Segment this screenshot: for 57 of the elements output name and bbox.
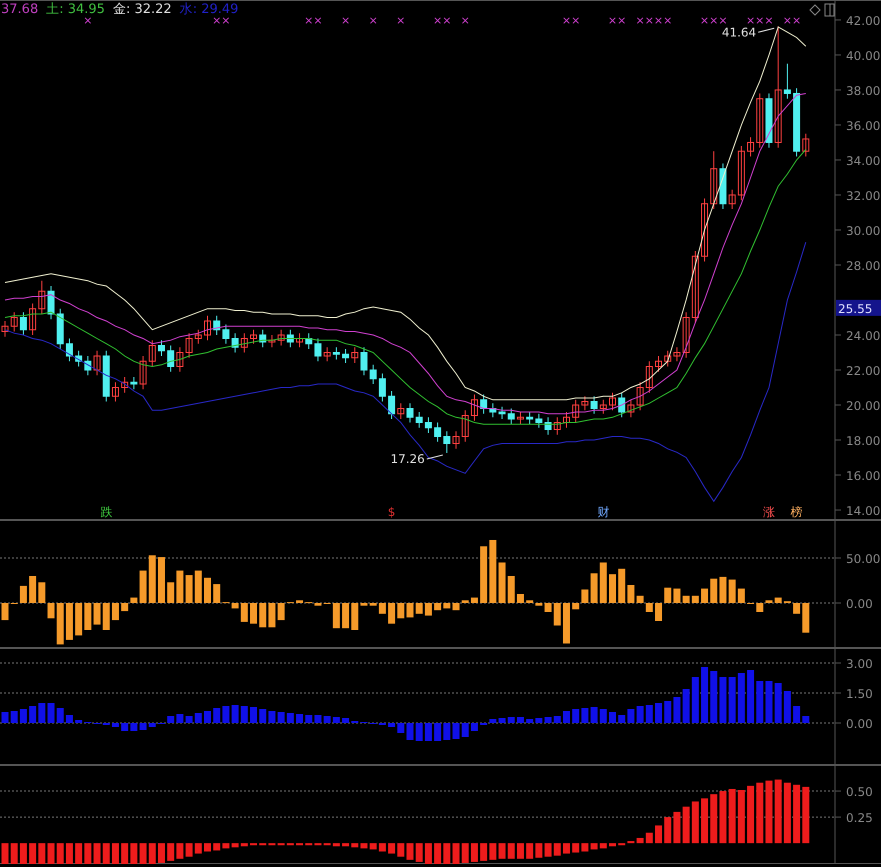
signal-mark: × bbox=[608, 14, 618, 27]
signal-mark: × bbox=[663, 14, 672, 27]
axis-label: 50.00 bbox=[846, 552, 880, 566]
signal-mark: × bbox=[442, 14, 452, 27]
signal-mark: × bbox=[746, 14, 756, 27]
signal-mark: × bbox=[782, 14, 792, 27]
signal-mark: × bbox=[644, 14, 654, 27]
axis-label: 18.00 bbox=[846, 434, 880, 448]
axis-label: 24.00 bbox=[846, 329, 880, 343]
axis-label: 0.50 bbox=[846, 785, 873, 800]
legend-entry: 37.68 bbox=[1, 2, 38, 18]
signal-mark: × bbox=[700, 14, 710, 27]
axis-label: 28.00 bbox=[846, 259, 880, 273]
signal-mark: × bbox=[368, 14, 378, 27]
signal-mark: × bbox=[764, 14, 774, 27]
axis-label: 40.00 bbox=[846, 48, 880, 63]
signal-mark: × bbox=[304, 14, 314, 27]
signal-mark: × bbox=[571, 14, 580, 27]
annotation: 17.26 bbox=[390, 452, 425, 466]
signal-mark: × bbox=[433, 14, 442, 27]
signal-mark: × bbox=[617, 14, 626, 27]
axis-label: 42.00 bbox=[846, 14, 880, 28]
axis-label: 0.00 bbox=[846, 717, 873, 731]
signal-mark: × bbox=[654, 14, 664, 27]
signal-mark: × bbox=[718, 14, 728, 27]
axis-label: 20.00 bbox=[846, 399, 880, 413]
signal-mark: × bbox=[709, 14, 718, 27]
axis-label: 22.00 bbox=[846, 364, 880, 378]
price-annotation: 17.26 bbox=[390, 452, 444, 466]
event-label: 跌 bbox=[100, 505, 112, 519]
current-price-tag: 25.55 bbox=[836, 300, 881, 316]
signal-mark: × bbox=[755, 14, 764, 27]
event-label: 涨 bbox=[762, 505, 775, 519]
signal-mark: × bbox=[636, 14, 645, 27]
event-label: $ bbox=[388, 505, 396, 519]
signal-mark: × bbox=[792, 14, 802, 27]
axis-label: 14.00 bbox=[846, 504, 880, 518]
signal-mark: × bbox=[460, 14, 470, 27]
axis-label: 38.00 bbox=[846, 84, 880, 98]
price-annotation: 41.64 bbox=[722, 25, 775, 40]
event-label: 榜 bbox=[790, 505, 803, 519]
signal-mark: × bbox=[396, 14, 406, 27]
axis-label: 34.00 bbox=[846, 154, 880, 168]
axis-label: 0.00 bbox=[846, 597, 873, 611]
signal-mark: × bbox=[340, 14, 350, 27]
axis-label: 36.00 bbox=[846, 118, 880, 133]
axis-label: 0.25 bbox=[846, 811, 873, 826]
axis-label: 3.00 bbox=[846, 657, 873, 671]
axis-label: 30.00 bbox=[846, 224, 880, 238]
legend-entry: 金: 32.22 bbox=[112, 2, 172, 18]
annotation: 41.64 bbox=[722, 25, 756, 40]
axis-label: 16.00 bbox=[846, 469, 880, 484]
axis-label: 1.50 bbox=[846, 687, 873, 701]
signal-mark: × bbox=[562, 14, 572, 27]
signal-mark: × bbox=[313, 14, 323, 27]
axis-label: 32.00 bbox=[846, 188, 880, 203]
event-label: 财 bbox=[597, 505, 610, 519]
